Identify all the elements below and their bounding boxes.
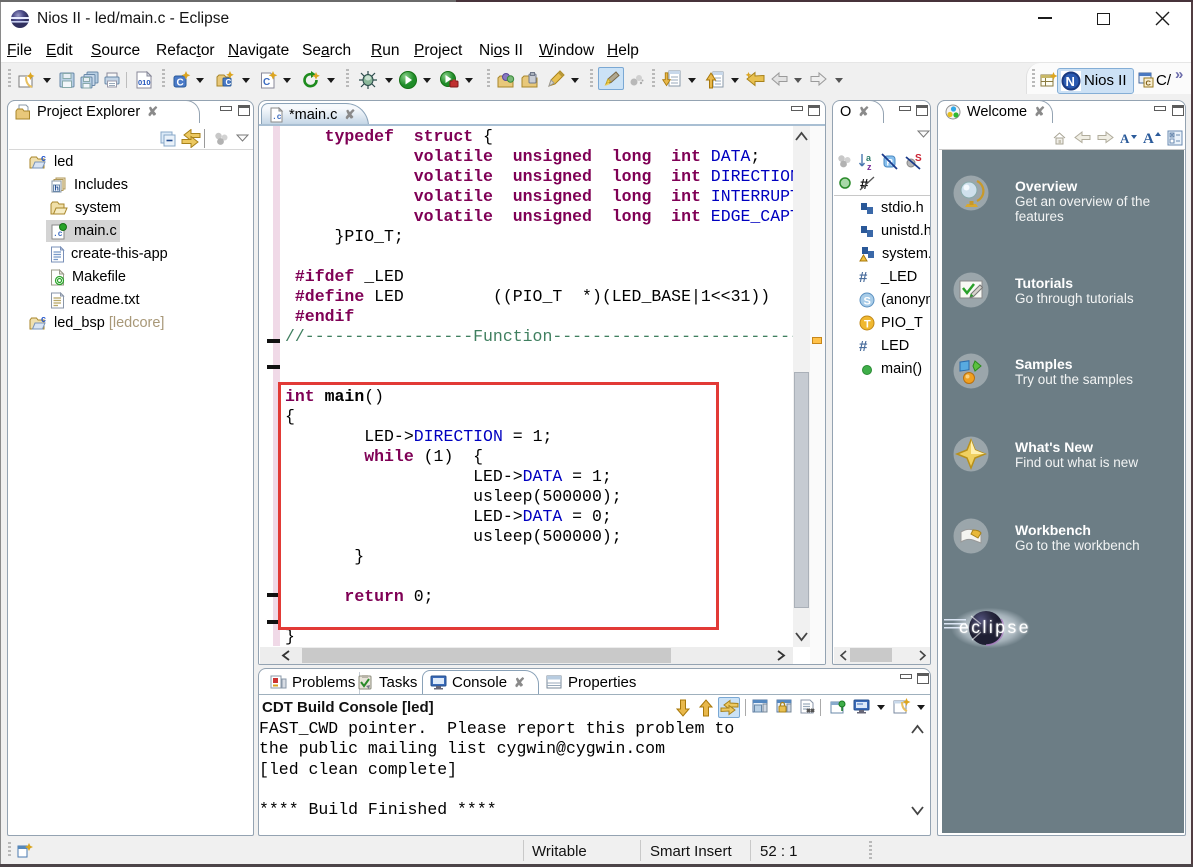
svg-text:A: A bbox=[1120, 131, 1130, 145]
svg-text:010: 010 bbox=[138, 78, 151, 87]
svg-text:S: S bbox=[864, 296, 871, 308]
svg-text:C: C bbox=[263, 77, 270, 88]
svg-text:T: T bbox=[864, 319, 871, 331]
svg-text:S: S bbox=[915, 153, 922, 164]
svg-text:C: C bbox=[226, 78, 232, 87]
svg-text:.c: .c bbox=[53, 230, 63, 239]
svg-text:c: c bbox=[41, 154, 46, 163]
svg-text:C: C bbox=[1146, 79, 1152, 88]
svg-text:N: N bbox=[1066, 74, 1075, 89]
svg-text:A: A bbox=[1143, 131, 1154, 145]
svg-text:z: z bbox=[867, 162, 872, 171]
svg-text:C: C bbox=[177, 78, 184, 89]
svg-text:.c: .c bbox=[272, 113, 282, 122]
svg-text:h: h bbox=[55, 186, 59, 193]
svg-text:c: c bbox=[41, 315, 46, 324]
